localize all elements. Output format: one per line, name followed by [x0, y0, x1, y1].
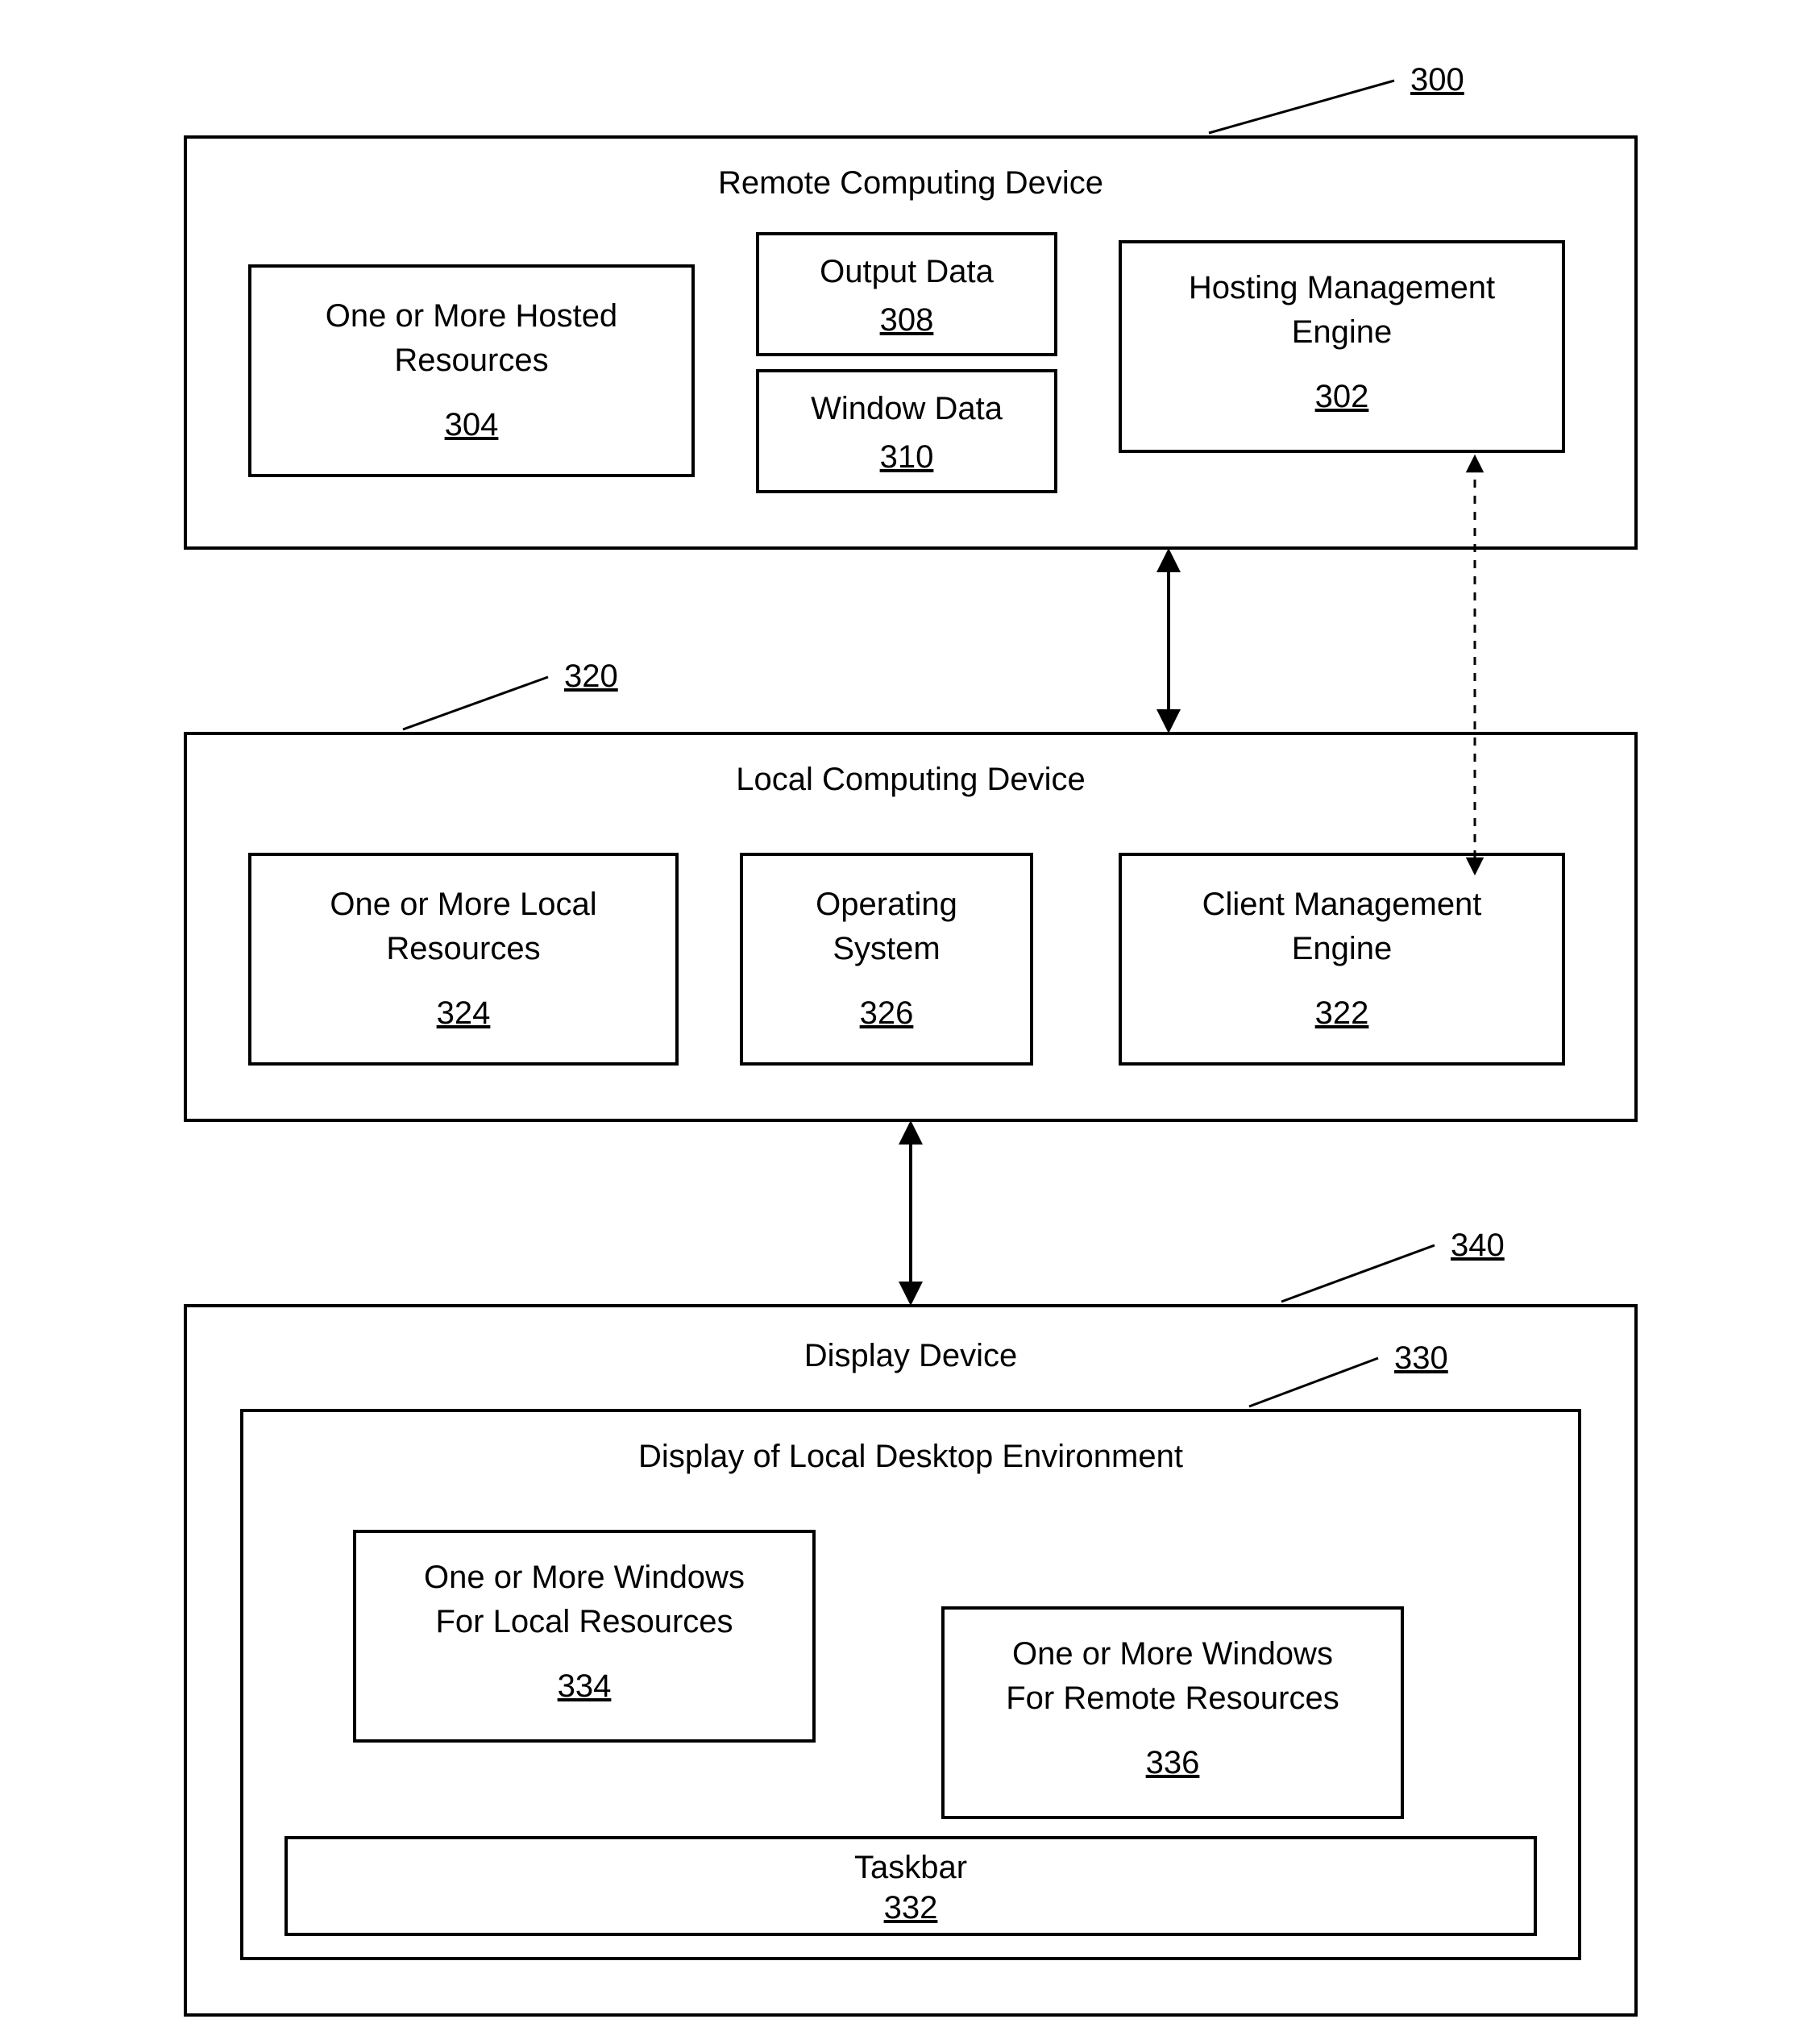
hosted-resources-box: One or More Hosted Resources 304 — [250, 266, 693, 476]
desktop-ref: 330 — [1394, 1340, 1448, 1376]
windows-local-box: One or More Windows For Local Resources … — [355, 1531, 814, 1741]
taskbar-box: Taskbar 332 — [286, 1838, 1535, 1934]
operating-system-box: Operating System 326 — [741, 854, 1032, 1064]
svg-text:310: 310 — [880, 439, 934, 475]
window-data-box: Window Data 310 — [758, 371, 1056, 492]
svg-text:336: 336 — [1146, 1745, 1200, 1780]
svg-text:For Local Resources: For Local Resources — [435, 1604, 733, 1639]
display-ref: 340 — [1451, 1228, 1505, 1263]
svg-text:One or More Windows: One or More Windows — [1012, 1636, 1333, 1672]
svg-text:308: 308 — [880, 302, 934, 338]
svg-text:Taskbar: Taskbar — [854, 1850, 967, 1885]
local-ref: 320 — [564, 658, 618, 694]
svg-text:322: 322 — [1315, 995, 1369, 1031]
svg-text:Client Management: Client Management — [1202, 887, 1482, 922]
desktop-title: Display of Local Desktop Environment — [638, 1439, 1183, 1474]
svg-text:Engine: Engine — [1292, 931, 1393, 966]
client-mgmt-engine-box: Client Management Engine 322 — [1120, 854, 1563, 1064]
svg-text:System: System — [833, 931, 940, 966]
display-title: Display Device — [804, 1338, 1018, 1373]
hosting-mgmt-engine-box: Hosting Management Engine 302 — [1120, 242, 1563, 451]
svg-text:302: 302 — [1315, 379, 1369, 414]
svg-text:Window Data: Window Data — [811, 391, 1003, 426]
svg-text:One or More Local: One or More Local — [330, 887, 596, 922]
desktop-env-box: 330 Display of Local Desktop Environment… — [242, 1340, 1580, 1959]
svg-text:Operating: Operating — [816, 887, 957, 922]
windows-remote-box: One or More Windows For Remote Resources… — [943, 1608, 1402, 1818]
svg-text:Engine: Engine — [1292, 314, 1393, 350]
remote-ref: 300 — [1410, 62, 1464, 98]
svg-text:One or More Hosted: One or More Hosted — [326, 298, 617, 334]
svg-text:334: 334 — [558, 1668, 612, 1704]
remote-device-box: 300 Remote Computing Device One or More … — [185, 62, 1636, 548]
svg-text:324: 324 — [437, 995, 491, 1031]
display-device-box: 340 Display Device 330 Display of Local … — [185, 1228, 1636, 2015]
svg-text:304: 304 — [445, 407, 499, 442]
svg-text:Resources: Resources — [394, 343, 548, 378]
svg-text:For Remote Resources: For Remote Resources — [1006, 1680, 1339, 1716]
remote-title: Remote Computing Device — [718, 165, 1103, 201]
local-device-box: 320 Local Computing Device One or More L… — [185, 658, 1636, 1120]
local-title: Local Computing Device — [736, 762, 1086, 797]
svg-text:Hosting Management: Hosting Management — [1189, 270, 1495, 305]
svg-text:Resources: Resources — [386, 931, 540, 966]
svg-text:Output Data: Output Data — [820, 254, 994, 289]
svg-text:One or More Windows: One or More Windows — [424, 1560, 745, 1595]
svg-text:326: 326 — [860, 995, 914, 1031]
output-data-box: Output Data 308 — [758, 234, 1056, 355]
svg-text:332: 332 — [884, 1890, 938, 1926]
local-resources-box: One or More Local Resources 324 — [250, 854, 677, 1064]
